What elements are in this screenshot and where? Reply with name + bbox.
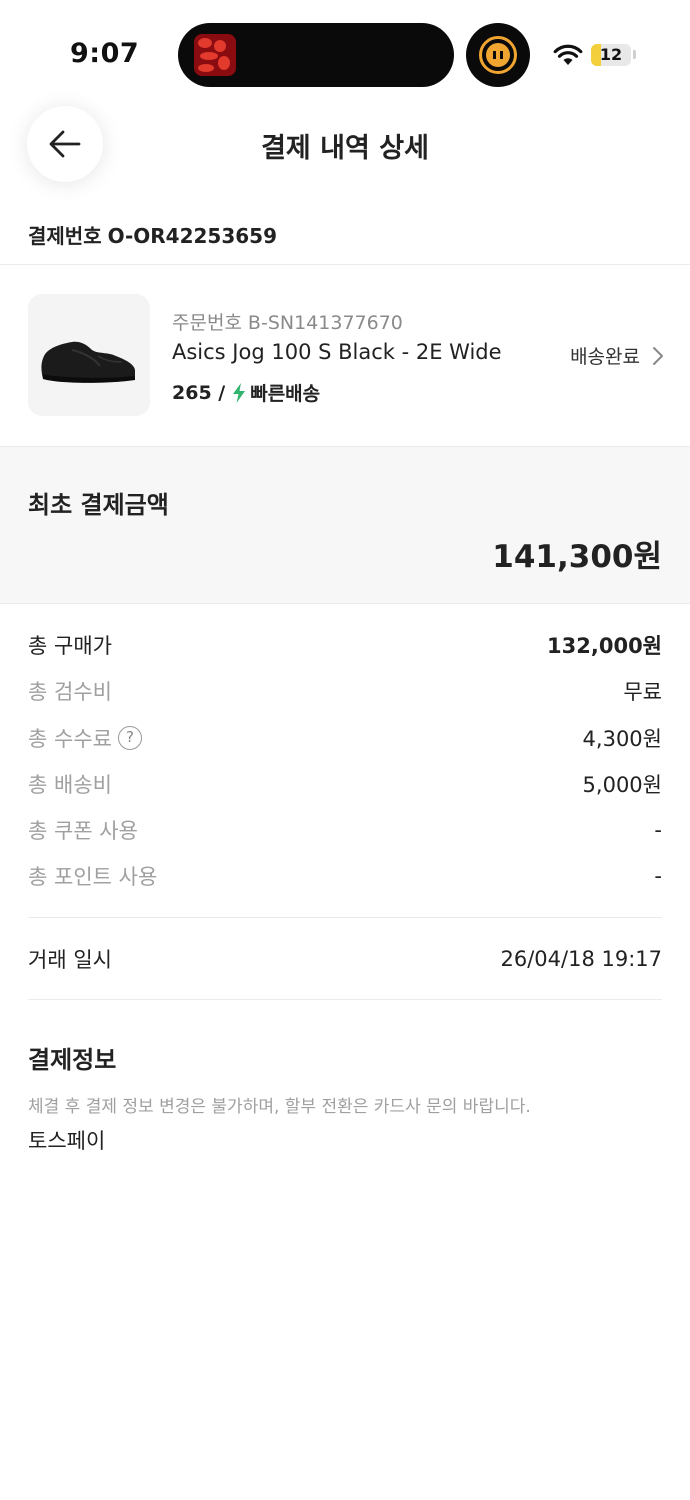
- breakdown-row-points: 총 포인트 사용 -: [28, 861, 662, 891]
- breakdown-value: -: [654, 864, 662, 888]
- product-name[interactable]: Asics Jog 100 S Black - 2E Wide: [172, 340, 502, 364]
- delivery-status-label: 배송완료: [570, 346, 640, 368]
- breakdown-label: 총 쿠폰 사용: [28, 819, 138, 843]
- divider: [28, 917, 662, 918]
- total-payment-label: 최초 결제금액: [28, 491, 169, 519]
- product-size: 265 /: [172, 381, 226, 404]
- breakdown-label: 총 검수비: [28, 680, 112, 704]
- breakdown-label: 총 구매가: [28, 634, 112, 658]
- transaction-date-label: 거래 일시: [28, 948, 112, 972]
- status-bar: 9:07 12: [0, 0, 690, 100]
- breakdown-label-wrap: 총 수수료 ?: [28, 723, 142, 753]
- product-option: 265 / 빠른배송: [172, 379, 320, 406]
- total-payment-amount: 141,300원: [492, 539, 662, 575]
- chevron-right-icon: [653, 346, 663, 365]
- battery-level: 12: [599, 45, 623, 64]
- breakdown-value: 4,300원: [582, 727, 662, 751]
- total-payment-box: 최초 결제금액 141,300원: [0, 446, 690, 604]
- transaction-date-value: 26/04/18 19:17: [500, 947, 662, 971]
- breakdown-row-coupon: 총 쿠폰 사용 -: [28, 815, 662, 845]
- transaction-date-row: 거래 일시 26/04/18 19:17: [28, 944, 662, 974]
- status-time: 9:07: [70, 38, 140, 69]
- breakdown-value: -: [654, 818, 662, 842]
- breakdown-row-purchase: 총 구매가 132,000원: [28, 630, 662, 660]
- payment-info-title: 결제정보: [28, 1046, 117, 1074]
- payment-number-value: O-OR42253659: [107, 224, 278, 248]
- shipping-badge: 빠른배송: [250, 383, 321, 405]
- payment-number-label: 결제번호: [28, 224, 102, 248]
- timer-pause-icon[interactable]: [466, 23, 530, 87]
- delivery-status-link[interactable]: 배송완료: [570, 342, 664, 369]
- breakdown-label: 총 포인트 사용: [28, 865, 158, 889]
- payment-info-note: 체결 후 결제 정보 변경은 불가하며, 할부 전환은 카드사 문의 바랍니다.: [28, 1097, 531, 1117]
- now-playing-artwork: [194, 34, 236, 76]
- breakdown-value: 132,000원: [547, 634, 662, 658]
- sneaker-image: [41, 341, 135, 383]
- dynamic-island[interactable]: [178, 23, 454, 87]
- product-order-number: 주문번호 B-SN141377670: [172, 308, 409, 335]
- breakdown-row-shipping: 총 배송비 5,000원: [28, 769, 662, 799]
- lightning-bolt-icon: [233, 382, 246, 403]
- product-image[interactable]: [28, 294, 150, 416]
- order-number-label: 주문번호: [172, 312, 242, 334]
- page-title: 결제 내역 상세: [261, 133, 429, 164]
- question-mark-icon[interactable]: ?: [117, 726, 142, 750]
- breakdown-label: 총 수수료: [28, 727, 112, 751]
- payment-number: 결제번호 O-OR42253659: [28, 220, 277, 249]
- order-number-value: B-SN141377670: [247, 312, 403, 334]
- payment-method: 토스페이: [28, 1129, 106, 1153]
- battery-icon: 12: [591, 44, 631, 66]
- breakdown-row-inspection: 총 검수비 무료: [28, 676, 662, 706]
- wifi-icon: [553, 44, 583, 65]
- divider: [28, 999, 662, 1000]
- breakdown-label: 총 배송비: [28, 773, 112, 797]
- breakdown-value: 무료: [623, 680, 662, 704]
- breakdown-value: 5,000원: [582, 773, 662, 797]
- breakdown-row-fee: 총 수수료 ? 4,300원: [28, 723, 662, 753]
- divider: [0, 264, 690, 265]
